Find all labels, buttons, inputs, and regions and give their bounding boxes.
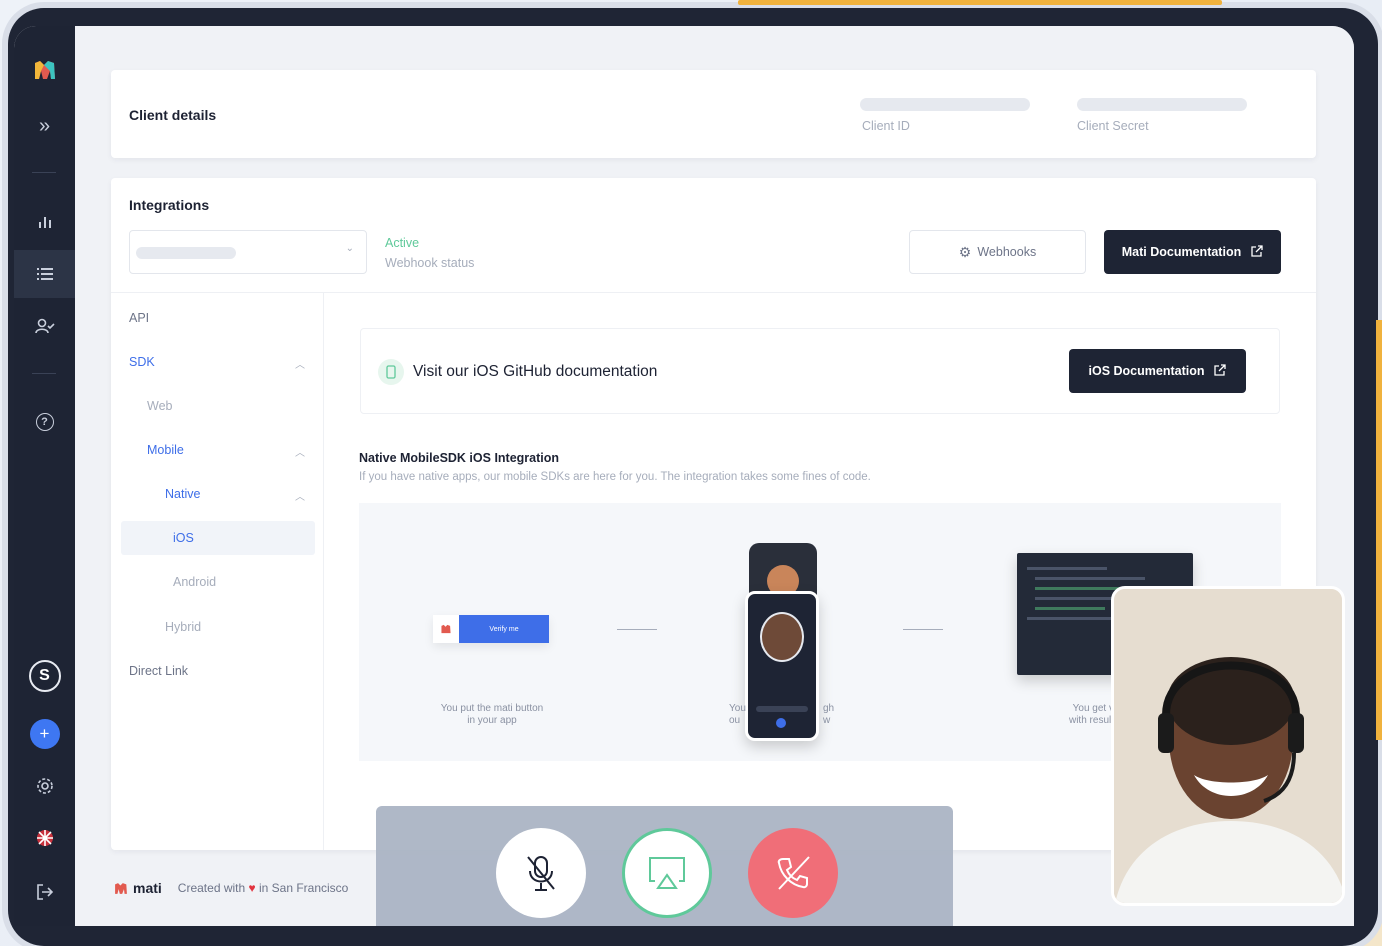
airplay-icon (649, 857, 685, 889)
client-secret-value (1077, 98, 1247, 111)
selfie-face (760, 612, 804, 662)
integration-select-value (136, 247, 236, 259)
phone-mock-front (745, 591, 819, 741)
client-secret-label: Client Secret (1077, 119, 1149, 133)
native-section-subtitle: If you have native apps, our mobile SDKs… (359, 471, 871, 483)
nav-item-hybrid[interactable]: Hybrid (165, 620, 201, 634)
mati-documentation-button[interactable]: Mati Documentation (1104, 230, 1281, 274)
code-line (1035, 607, 1105, 610)
nav-item-web[interactable]: Web (147, 399, 172, 413)
phone-icon (378, 359, 404, 385)
phone-text-line (756, 706, 808, 712)
integrations-title: Integrations (129, 197, 210, 213)
external-link-icon (1214, 363, 1227, 379)
arrow-right-icon (903, 629, 943, 630)
nav-item-ios[interactable]: iOS (173, 531, 194, 545)
decorative-strip (1376, 320, 1382, 740)
account-avatar[interactable]: S (14, 652, 75, 700)
code-line (1035, 587, 1125, 590)
nav-item-api[interactable]: API (129, 311, 149, 325)
step2-caption-right: gh w (823, 703, 835, 726)
native-section-title: Native MobileSDK iOS Integration (359, 451, 560, 465)
phone-hangup-icon (777, 856, 810, 890)
chevron-up-icon[interactable]: ︿ (295, 356, 305, 371)
step3-caption: You get v with result (1068, 703, 1114, 726)
analytics-icon[interactable] (14, 198, 75, 246)
mute-microphone-button[interactable] (496, 828, 586, 918)
microphone-off-icon (527, 856, 555, 891)
divider (111, 292, 1316, 293)
mati-logo-icon (433, 615, 459, 643)
screen-share-button[interactable] (622, 828, 712, 918)
sidebar-divider (32, 172, 56, 173)
expand-sidebar-icon[interactable]: » (14, 102, 75, 150)
github-card-text: Visit our iOS GitHub documentation (413, 363, 658, 380)
footer-brand: mati (113, 880, 162, 896)
external-link-icon (1251, 244, 1263, 260)
nav-item-android[interactable]: Android (173, 575, 216, 589)
mati-logo-icon (115, 882, 127, 894)
heart-icon: ♥ (248, 881, 256, 895)
mati-logo-icon[interactable] (14, 46, 75, 94)
add-icon[interactable]: + (14, 710, 75, 758)
nav-divider (323, 292, 324, 850)
ios-github-card: Visit our iOS GitHub documentation iOS D… (360, 328, 1280, 414)
footer: mati Created with ♥ in San Francisco (75, 850, 365, 926)
integration-select[interactable]: ⌄ (129, 230, 367, 274)
nav-item-ios-highlight (121, 521, 315, 555)
client-id-label: Client ID (862, 119, 910, 133)
verify-me-button: Verify me (459, 615, 549, 643)
nav-item-direct-link[interactable]: Direct Link (129, 664, 188, 678)
participant-video (1114, 589, 1342, 903)
list-icon[interactable] (14, 250, 75, 298)
chevron-up-icon[interactable]: ︿ (295, 444, 305, 459)
sidebar-divider (32, 373, 56, 374)
arrow-right-icon (617, 629, 657, 630)
code-line (1027, 567, 1107, 570)
gear-icon: ⚙ (958, 243, 972, 260)
language-flag-icon[interactable] (14, 814, 75, 862)
webhook-status-value: Active (385, 236, 420, 250)
client-details-title: Client details (129, 107, 217, 123)
nav-item-native[interactable]: Native (165, 487, 200, 501)
webhooks-button[interactable]: ⚙ Webhooks (909, 230, 1086, 274)
webhook-status-label: Webhook status (385, 256, 475, 270)
logout-icon[interactable] (14, 868, 75, 916)
sidebar: » ? S + (14, 26, 75, 926)
nav-item-sdk[interactable]: SDK (129, 355, 155, 369)
call-controls-bar (376, 806, 953, 926)
decorative-strip (738, 0, 1222, 5)
footer-credit: Created with ♥ in San Francisco (177, 881, 349, 895)
end-call-button[interactable] (748, 828, 838, 918)
step1-caption: You put the mati button in your app (440, 703, 544, 726)
phone-button-dot (776, 718, 786, 728)
client-details-card: Client details Client ID Client Secret (111, 70, 1316, 158)
user-check-icon[interactable] (14, 302, 75, 350)
settings-gear-icon[interactable] (14, 762, 75, 810)
chevron-up-icon[interactable]: ︿ (295, 488, 305, 503)
code-line (1035, 577, 1145, 580)
verify-me-mock: Verify me (433, 615, 549, 643)
ios-documentation-button[interactable]: iOS Documentation (1069, 349, 1246, 393)
chevron-down-icon: ⌄ (345, 243, 354, 254)
client-id-value (860, 98, 1030, 111)
nav-item-mobile[interactable]: Mobile (147, 443, 184, 457)
account-initial: S (28, 660, 61, 692)
step2-caption-left: You ou (729, 703, 746, 726)
participant-video-tile[interactable] (1111, 586, 1345, 906)
help-icon[interactable]: ? (14, 398, 75, 446)
